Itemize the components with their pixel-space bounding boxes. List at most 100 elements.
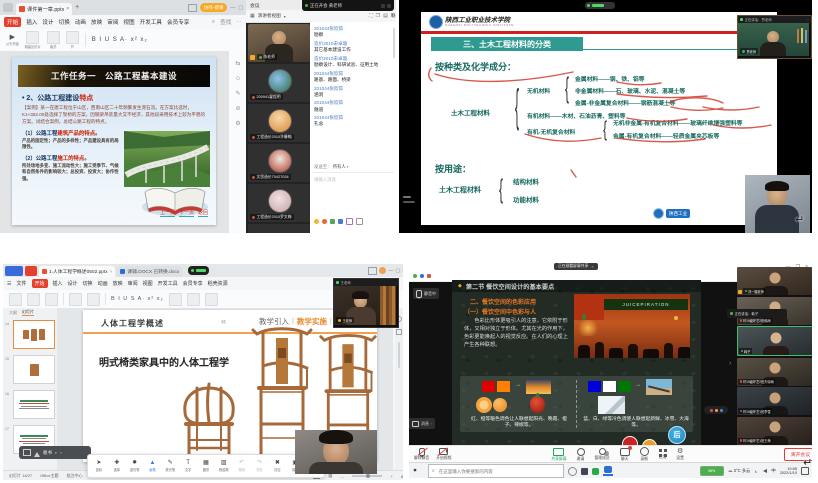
board-mode-pill[interactable]: 板书 ▾ × [19,446,91,459]
chat-button[interactable]: 聊天 [620,448,630,462]
tab-close-icon[interactable]: × [110,269,113,274]
shapes-icon[interactable] [205,293,218,306]
settings-button[interactable]: ⚙ 设置 [676,448,684,461]
tool-highlighter[interactable]: ✎荧光笔 [162,460,178,472]
tool-text[interactable]: T文字 [180,460,196,472]
paste-icon[interactable] [9,293,22,306]
layout-icon[interactable] [87,293,100,306]
format-painter-icon[interactable] [45,293,58,306]
chat-pill[interactable]: 消息 › [409,418,435,429]
menu-review[interactable]: 审阅 [107,18,118,26]
menu-icon[interactable]: ☰ [7,281,11,287]
banner-close-icon[interactable]: × [591,265,593,269]
slide[interactable]: 工作任务一 公路工程基本建设 • 2、公路工程建设特点 【案例】某一在建工程位于… [12,57,216,225]
menu-member[interactable]: 会员专享 [167,18,189,26]
close-button[interactable]: × [402,268,403,274]
swap-panel-icon[interactable]: ⇆ [235,61,240,67]
screen-share-banner[interactable]: 正在观看屏幕共享 × [554,263,598,270]
maximize-button[interactable]: ▢ [395,268,400,274]
star-icon[interactable]: ✩ [235,76,240,82]
tool-undo[interactable]: ↶撤销 [234,460,250,472]
tool-select[interactable]: ✚选择 [109,460,125,472]
nav-back-link[interactable]: 返回 [198,209,208,217]
search-icon[interactable]: ⌕ [212,19,215,26]
send-to-value[interactable]: 所有人 [333,164,346,170]
bl-teacher-cam[interactable]: 王老师 王老师 [333,278,399,328]
new-tab-button[interactable]: + [75,4,79,11]
collab-badge[interactable]: 协作·授课 [200,3,228,12]
menu-resources[interactable]: 稻壳资源 [208,280,228,287]
speaker-icon[interactable] [761,469,767,473]
tool-clear[interactable]: ✖清空 [269,460,285,472]
rail-scrollbar[interactable] [398,342,401,368]
tray-expand-icon[interactable]: ∧ [754,469,757,474]
video-tile-teacher[interactable]: 陈老师 [248,24,310,62]
pill-btn2-icon[interactable] [387,4,391,8]
outline-tab[interactable]: 大纲 [9,310,17,316]
weather-widget[interactable]: ☁ 3°C 多云 [728,468,751,474]
rail-icon[interactable] [396,329,402,335]
meeting-info-icon[interactable] [420,274,424,278]
taskbar-search[interactable]: ⌕ [428,464,564,478]
tool-redo[interactable]: ↷恢复 [252,460,268,472]
annotation-toolbar[interactable]: ➤鼠标 ✚选择 ✸激光笔 ▲画笔 ✎荧光笔 T文字 ▦图形 ▨橡皮擦 ↶撤销 ↷… [87,454,325,478]
in-meeting-pill[interactable]: 正在开会 黄老师 [302,0,394,11]
menu-view[interactable]: 视图 [123,18,134,26]
menu-transition[interactable]: 切换 [59,18,70,26]
notes-label[interactable]: 批注中心 [67,473,83,479]
app-icon-dark[interactable] [581,468,588,475]
split-view-icon[interactable] [368,267,377,275]
new-slide-icon[interactable] [69,293,82,306]
menu-file[interactable]: 文件 [16,280,26,287]
slide-thumbnail[interactable] [13,355,55,384]
new-slide-group[interactable]: 新建幻灯片 [25,31,41,49]
reaction-pill[interactable] [704,406,728,414]
share-screen-button[interactable]: 共享屏幕 [551,448,566,462]
pill-btn1-icon[interactable] [381,4,385,8]
record-button[interactable]: 录制 [640,447,649,462]
chat-scrollbar[interactable] [393,28,395,58]
nav-next-link[interactable]: 下一页 [179,209,194,217]
nav-prev-link[interactable]: 上一页 [160,209,175,217]
zoom-out-button[interactable]: — [340,474,344,479]
cut-icon[interactable] [27,293,40,306]
invite-button[interactable]: 邀请 [577,448,585,462]
video-tile-4[interactable]: 文思造价70427034 [248,144,310,182]
menu-transition[interactable]: 切换 [83,280,93,287]
menu-design[interactable]: 设计 [68,280,78,287]
menu-devtools[interactable]: 开发工具 [140,18,162,26]
tool-shapes[interactable]: ▦图形 [198,460,214,472]
app-icon-meeting-active[interactable] [603,466,613,476]
slide-thumbnail-selected[interactable] [13,320,55,349]
menu-insert[interactable]: 插入 [53,280,63,287]
taskview-icon[interactable] [568,467,577,476]
zoom-level[interactable]: 82% [401,474,403,479]
split-view-icon[interactable] [188,4,197,12]
fullscreen-icon[interactable]: ⛶ [369,13,373,19]
menu-slideshow[interactable]: 放映 [91,18,102,26]
more-tools-icon[interactable] [356,218,363,225]
slide-thumbnail[interactable] [13,390,55,419]
teacher-cam-window[interactable]: 正在讲话：贾老师 ⋯ 贾老师 [737,15,812,59]
video-tile-5[interactable]: 工程造价2010罗文梅 [248,184,310,222]
zoom-slider[interactable] [352,475,382,477]
chat-messages[interactable]: 201044张欣茹勘察 造价2010宋卓璇其它基本建设工作 造价2010宋卓璇勘… [314,26,390,156]
format-strip[interactable]: B I U S A· x² x₂ [92,37,148,43]
gear-icon[interactable]: ⚙ [235,121,240,127]
cam-more-icon[interactable]: ⋯ [806,18,810,22]
collapse-icon[interactable]: › [431,421,432,426]
unmute-button[interactable]: 解除静音 [414,448,429,462]
popout-icon[interactable]: ❐ [376,13,380,19]
chat-tab-icon[interactable]: ▤ [383,13,388,19]
zoom-in-button[interactable]: + [390,474,393,479]
send-to-caret-icon[interactable]: ▾ [347,165,349,169]
menu-home[interactable]: 开始 [32,279,48,288]
image-icon[interactable] [330,219,335,224]
video-tile-partial[interactable] [248,224,310,233]
chat-tab-label[interactable]: 聊天 [391,13,396,19]
video-tile[interactable]: 环19级环艺1班李雪 [737,387,812,415]
app-icon-wechat[interactable] [592,468,599,475]
emoji-icon[interactable] [314,219,319,224]
mention-icon[interactable] [322,219,327,224]
find-label[interactable]: 查找 [220,18,231,26]
